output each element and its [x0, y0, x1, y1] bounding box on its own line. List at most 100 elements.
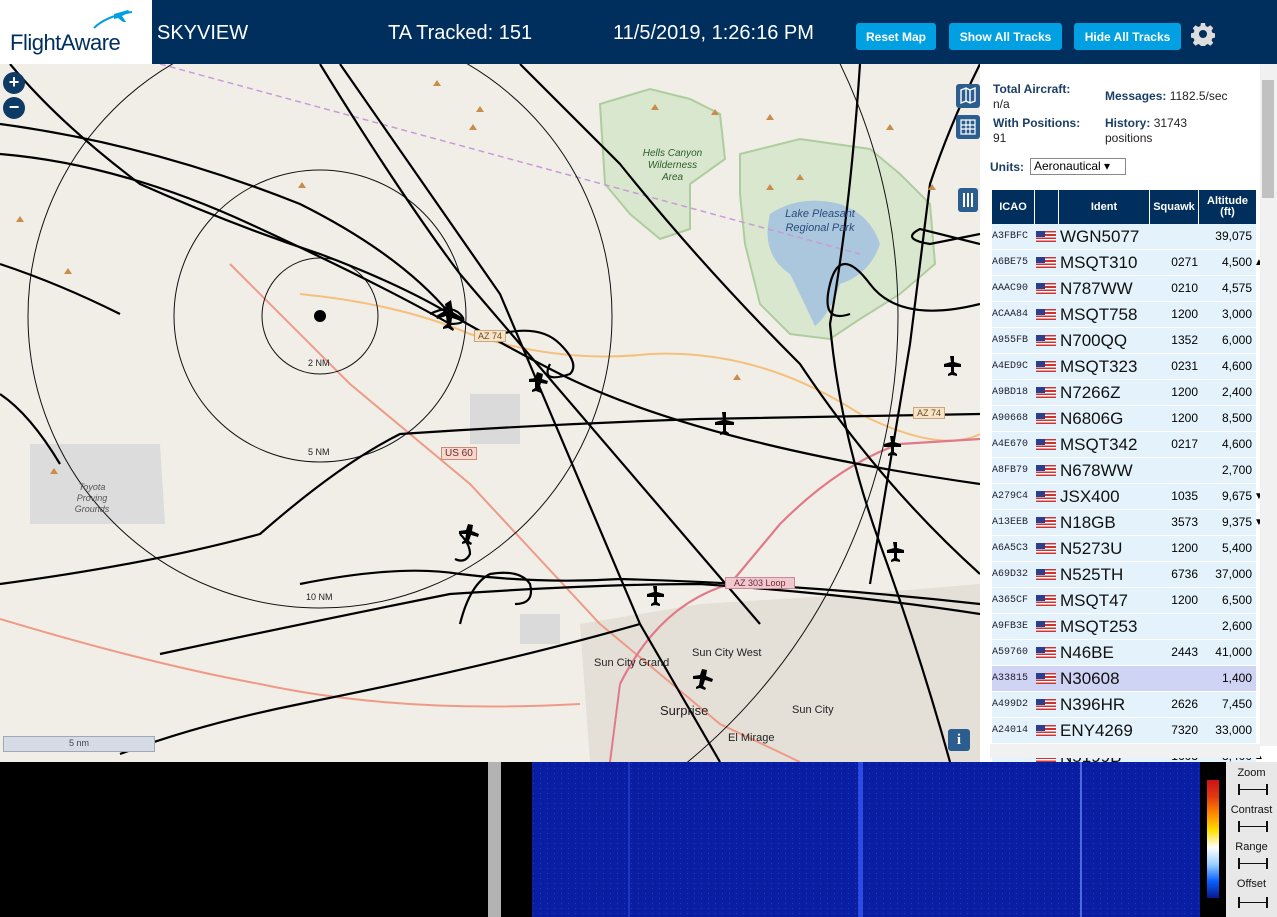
zoom-slider[interactable]: [1238, 784, 1268, 795]
flag-icon: [1036, 276, 1056, 301]
total-aircraft-label: Total Aircraft:: [993, 82, 1071, 96]
place-label: El Mirage: [728, 732, 775, 744]
aircraft-table: ICAO Ident Squawk Altitude (ft) A3FBFC WG…: [992, 190, 1264, 762]
plane-logo-icon: [93, 10, 133, 29]
squawk-cell: 0210: [1171, 281, 1198, 295]
aircraft-icon[interactable]: [887, 542, 904, 562]
table-row[interactable]: A33815 N30608 1,400: [992, 666, 1256, 692]
aircraft-icon[interactable]: [529, 372, 548, 393]
map-view[interactable]: 2 NM 5 NM 10 NM Hells Canyon Wilderness …: [0, 64, 980, 762]
altitude-cell: 4,575: [1221, 281, 1252, 295]
offset-slider[interactable]: [1238, 897, 1268, 908]
table-row[interactable]: AAAC90 N787WW 0210 4,575: [992, 276, 1256, 302]
table-row[interactable]: A4ED9C MSQT323 0231 4,600: [992, 354, 1256, 380]
ident-cell: N46BE: [1060, 643, 1114, 662]
sidebar-scrollbar[interactable]: [1260, 64, 1277, 746]
flag-icon: [1036, 484, 1056, 509]
place-label: Sun City West: [692, 647, 762, 659]
clock: 11/5/2019, 1:26:16 PM: [613, 22, 814, 44]
app-header: FlightAware SKYVIEW TA Tracked: 151 11/5…: [0, 0, 1277, 64]
gray-area-2: [520, 614, 560, 644]
aircraft-icon[interactable]: [436, 300, 463, 331]
road-shield: AZ 74: [913, 407, 946, 419]
map-layers-icon[interactable]: [956, 84, 980, 108]
az74-road: [299, 293, 980, 442]
waterfall-controls: Zoom Contrast Range Offset: [1226, 762, 1277, 917]
col-ident[interactable]: Ident: [1059, 190, 1150, 224]
squawk-cell: 0231: [1171, 359, 1198, 373]
app-title: SKYVIEW: [157, 22, 249, 44]
ident-cell: WGN5077: [1060, 227, 1140, 246]
zoom-label: Zoom: [1237, 767, 1266, 779]
urban-area: [580, 584, 980, 762]
altitude-cell: 6,000: [1221, 333, 1252, 347]
aircraft-icon[interactable]: [647, 586, 664, 606]
table-horizontal-scrollbar[interactable]: [990, 744, 1260, 758]
hide-all-tracks-button[interactable]: Hide All Tracks: [1074, 23, 1181, 50]
icao-cell: A8FB79: [992, 465, 1029, 476]
table-row[interactable]: ACAA84 MSQT758 1200 3,000: [992, 302, 1256, 328]
table-row[interactable]: A59760 N46BE 2443 41,000: [992, 640, 1256, 666]
waterfall-display[interactable]: [532, 762, 1200, 917]
zoom-in-button[interactable]: +: [3, 72, 25, 94]
squawk-cell: 0271: [1171, 255, 1198, 269]
table-row[interactable]: A499D2 N396HR 2626 7,450: [992, 692, 1256, 718]
ident-cell: N6806G: [1060, 409, 1124, 428]
table-row[interactable]: A90668 N6806G 1200 8,500: [992, 406, 1256, 432]
messages-value: 1182.5/sec: [1169, 89, 1228, 103]
aircraft-icon[interactable]: [944, 356, 961, 376]
table-row[interactable]: A4E670 MSQT342 0217 4,600: [992, 432, 1256, 458]
col-altitude[interactable]: Altitude (ft): [1199, 190, 1256, 224]
altitude-cell: 2,700: [1221, 463, 1252, 477]
reset-map-button[interactable]: Reset Map: [856, 23, 936, 50]
ident-cell: N18GB: [1060, 513, 1116, 532]
altitude-cell: 3,000: [1221, 307, 1252, 321]
table-row[interactable]: A6A5C3 N5273U 1200 5,400: [992, 536, 1256, 562]
table-row[interactable]: A69D32 N525TH 6736 37,000: [992, 562, 1256, 588]
col-squawk[interactable]: Squawk: [1150, 190, 1199, 224]
contrast-label: Contrast: [1230, 804, 1273, 816]
table-row[interactable]: A9FB3E MSQT253 2,600: [992, 614, 1256, 640]
altitude-cell: 7,450: [1221, 697, 1252, 711]
flag-icon: [1036, 224, 1056, 249]
flag-icon: [1036, 718, 1056, 743]
table-row[interactable]: A24014 ENY4269 7320 33,000: [992, 718, 1256, 744]
altitude-cell: 6,500: [1221, 593, 1252, 607]
altitude-cell: 33,000: [1215, 723, 1252, 737]
col-icao[interactable]: ICAO: [992, 190, 1035, 224]
zoom-out-button[interactable]: −: [3, 97, 25, 119]
icao-cell: A6A5C3: [992, 543, 1029, 554]
gear-icon[interactable]: [1191, 22, 1215, 46]
units-dropdown[interactable]: Aeronautical ▾: [1030, 158, 1126, 175]
contrast-slider[interactable]: [1238, 821, 1268, 832]
map-canvas: [0, 64, 980, 762]
icao-cell: A90668: [992, 413, 1029, 424]
table-row[interactable]: A365CF MSQT47 1200 6,500: [992, 588, 1256, 614]
squawk-cell: 1200: [1171, 541, 1198, 555]
panel-divider[interactable]: [488, 762, 501, 917]
grid-toggle-icon[interactable]: [956, 115, 980, 139]
flag-icon: [1036, 510, 1056, 535]
place-label: Lake Pleasant Regional Park: [785, 208, 855, 234]
table-row[interactable]: A8FB79 N678WW 2,700: [992, 458, 1256, 484]
aircraft-icon[interactable]: [884, 436, 901, 456]
table-row[interactable]: A13EEB N18GB 3573 9,375 ▼: [992, 510, 1264, 536]
range-slider[interactable]: [1238, 858, 1268, 869]
units-selector: Units: Aeronautical ▾: [990, 158, 1126, 175]
flightaware-logo[interactable]: FlightAware: [0, 0, 152, 64]
col-flag[interactable]: [1035, 190, 1059, 224]
table-row[interactable]: A279C4 JSX400 1035 9,675 ▼: [992, 484, 1264, 510]
icao-cell: A13EEB: [992, 517, 1029, 528]
column-toggle-icon[interactable]: [958, 188, 978, 212]
table-row[interactable]: A6BE75 MSQT310 0271 4,500 ▲: [992, 250, 1264, 276]
info-icon[interactable]: i: [948, 729, 970, 751]
icao-cell: A499D2: [992, 699, 1029, 710]
flag-icon: [1036, 562, 1056, 587]
table-row[interactable]: A3FBFC WGN5077 39,075: [992, 224, 1256, 250]
squawk-cell: [1152, 458, 1198, 483]
ident-cell: N396HR: [1060, 695, 1126, 714]
table-row[interactable]: A9BD18 N7266Z 1200 2,400: [992, 380, 1256, 406]
table-row[interactable]: A955FB N700QQ 1352 6,000: [992, 328, 1256, 354]
scrollbar-thumb[interactable]: [1262, 80, 1274, 198]
show-all-tracks-button[interactable]: Show All Tracks: [949, 23, 1062, 50]
